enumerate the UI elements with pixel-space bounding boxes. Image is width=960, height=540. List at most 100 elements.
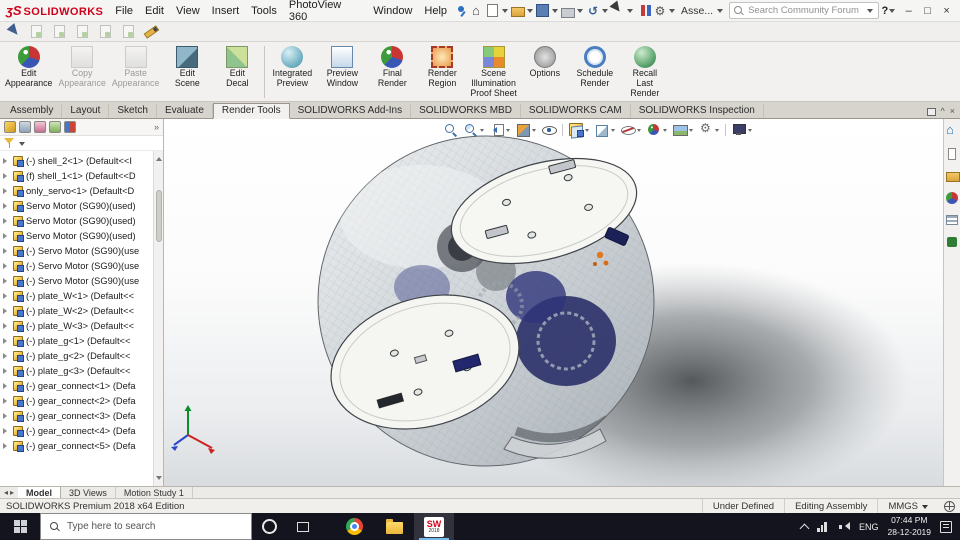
taskbar-app-file-explorer[interactable]: [374, 513, 414, 540]
undo-button[interactable]: [585, 3, 609, 19]
ribbon-edit-appearance[interactable]: Edit Appearance: [2, 43, 55, 101]
volume-icon[interactable]: [839, 521, 850, 532]
restore-panel-icon[interactable]: [926, 107, 936, 116]
viewport[interactable]: [164, 119, 943, 486]
menu-edit[interactable]: Edit: [139, 3, 170, 19]
network-icon[interactable]: [817, 521, 830, 532]
tab-render-tools[interactable]: Render Tools: [212, 103, 290, 119]
tree-item[interactable]: (-) plate_g<1> (Default<<: [1, 333, 151, 348]
menu-window[interactable]: Window: [367, 3, 418, 19]
home-tab-icon[interactable]: [945, 122, 959, 139]
scroll-down-icon[interactable]: [155, 476, 162, 483]
globe-icon[interactable]: [944, 500, 955, 512]
apply-scene-button[interactable]: [671, 122, 695, 137]
expand-caret-icon[interactable]: [3, 247, 10, 254]
expand-caret-icon[interactable]: [3, 202, 10, 209]
model-3d[interactable]: [164, 119, 943, 486]
dimxpertmanager-tab-icon[interactable]: [49, 121, 61, 133]
view-settings-button[interactable]: [697, 121, 721, 137]
edit-appearance-button[interactable]: [645, 122, 669, 137]
expand-caret-icon[interactable]: [3, 277, 10, 284]
tree-item[interactable]: (-) plate_W<2> (Default<<: [1, 303, 151, 318]
scroll-left-icon[interactable]: ◂: [4, 488, 8, 497]
ribbon-options[interactable]: Options: [520, 43, 570, 101]
doc-tab-motion-study-1[interactable]: Motion Study 1: [116, 487, 193, 498]
collapse-ribbon-icon[interactable]: ^: [941, 107, 945, 116]
tree-item[interactable]: (-) gear_connect<3> (Defa: [1, 408, 151, 423]
ribbon-final-render[interactable]: Final Render: [367, 43, 417, 101]
minimize-button[interactable]: –: [899, 2, 918, 20]
tab-layout[interactable]: Layout: [62, 104, 110, 118]
menu-view[interactable]: View: [170, 3, 206, 19]
taskbar-search[interactable]: Type here to search: [40, 513, 252, 540]
tab-solidworks-inspection[interactable]: SOLIDWORKS Inspection: [631, 104, 764, 118]
tree-item[interactable]: Servo Motor (SG90)(used): [1, 228, 151, 243]
menu-insert[interactable]: Insert: [206, 3, 246, 19]
status-mmgs[interactable]: MMGS: [877, 499, 939, 513]
print-button[interactable]: [560, 3, 584, 19]
ribbon-edit-scene[interactable]: Edit Scene: [162, 43, 212, 101]
ribbon-recall-last-render[interactable]: Recall Last Render: [620, 43, 670, 101]
tree-item[interactable]: (-) Servo Motor (SG90)(use: [1, 243, 151, 258]
ribbon-render-region[interactable]: Render Region: [417, 43, 467, 101]
resources-button[interactable]: [635, 3, 651, 19]
dynamic-annotation-button[interactable]: [540, 122, 558, 137]
menu-help[interactable]: Help: [418, 3, 453, 19]
language-indicator[interactable]: ENG: [859, 522, 879, 532]
hide-show-items-button[interactable]: [619, 122, 643, 137]
help-button[interactable]: ?: [882, 5, 897, 17]
open-button[interactable]: [510, 3, 534, 19]
expand-caret-icon[interactable]: [3, 307, 10, 314]
ribbon-preview-window[interactable]: Preview Window: [317, 43, 367, 101]
ribbon-integrated-preview[interactable]: Integrated Preview: [267, 43, 317, 101]
scroll-right-icon[interactable]: ▸: [10, 488, 14, 497]
expand-caret-icon[interactable]: [3, 157, 10, 164]
tree-item[interactable]: (-) gear_connect<5> (Defa: [1, 438, 151, 453]
zoom-fit-button[interactable]: [442, 122, 460, 137]
expand-caret-icon[interactable]: [3, 187, 10, 194]
tree-item[interactable]: (-) Servo Motor (SG90)(use: [1, 258, 151, 273]
tree-filter-row[interactable]: [0, 136, 163, 151]
tree-item[interactable]: (f) shell_1<1> (Default<<D: [1, 168, 151, 183]
appearances-tab-icon[interactable]: [945, 191, 959, 205]
previous-view-button[interactable]: [488, 122, 512, 137]
camera-button[interactable]: [730, 122, 754, 137]
expand-caret-icon[interactable]: [3, 262, 10, 269]
taskbar-app-chrome[interactable]: [334, 513, 374, 540]
expand-caret-icon[interactable]: [3, 442, 10, 449]
expand-caret-icon[interactable]: [3, 397, 10, 404]
tree-item[interactable]: only_servo<1> (Default<D: [1, 183, 151, 198]
expand-caret-icon[interactable]: [3, 427, 10, 434]
display-style-button[interactable]: [593, 122, 617, 137]
menu-file[interactable]: File: [109, 3, 139, 19]
action-center-icon[interactable]: [940, 520, 952, 533]
ribbon-edit-decal[interactable]: Edit Decal: [212, 43, 262, 101]
tab-solidworks-add-ins[interactable]: SOLIDWORKS Add-Ins: [290, 104, 412, 118]
menu-photoview-360[interactable]: PhotoView 360: [283, 0, 367, 25]
expand-caret-icon[interactable]: [3, 292, 10, 299]
pin-menubar-icon[interactable]: [455, 4, 468, 18]
tree-item[interactable]: (-) shell_2<1> (Default<<I: [1, 153, 151, 168]
task-view-button[interactable]: [286, 513, 320, 540]
expand-caret-icon[interactable]: [3, 232, 10, 239]
tree-item[interactable]: (-) plate_W<1> (Default<<: [1, 288, 151, 303]
tree-item[interactable]: (-) gear_connect<1> (Defa: [1, 378, 151, 393]
home-button[interactable]: [468, 3, 484, 19]
knowledge-tab-icon[interactable]: [945, 147, 959, 161]
tree-item[interactable]: (-) plate_g<2> (Default<<: [1, 348, 151, 363]
tab-solidworks-cam[interactable]: SOLIDWORKS CAM: [521, 104, 631, 118]
files-tab-icon[interactable]: [945, 169, 960, 183]
ribbon-schedule-render[interactable]: Schedule Render: [570, 43, 620, 101]
pencil-icon[interactable]: [143, 24, 159, 39]
menu-tools[interactable]: Tools: [245, 3, 283, 19]
propertymanager-tab-icon[interactable]: [19, 121, 31, 133]
tree-item[interactable]: Servo Motor (SG90)(used): [1, 198, 151, 213]
select-button[interactable]: [610, 3, 634, 19]
configurationmanager-tab-icon[interactable]: [34, 121, 46, 133]
expand-caret-icon[interactable]: [3, 217, 10, 224]
tree-item[interactable]: (-) gear_connect<2> (Defa: [1, 393, 151, 408]
tray-expand-icon[interactable]: [799, 523, 810, 533]
section-view-button[interactable]: [514, 122, 538, 137]
expand-caret-icon[interactable]: [3, 382, 10, 389]
featuremanager-tab-icon[interactable]: [4, 121, 16, 133]
